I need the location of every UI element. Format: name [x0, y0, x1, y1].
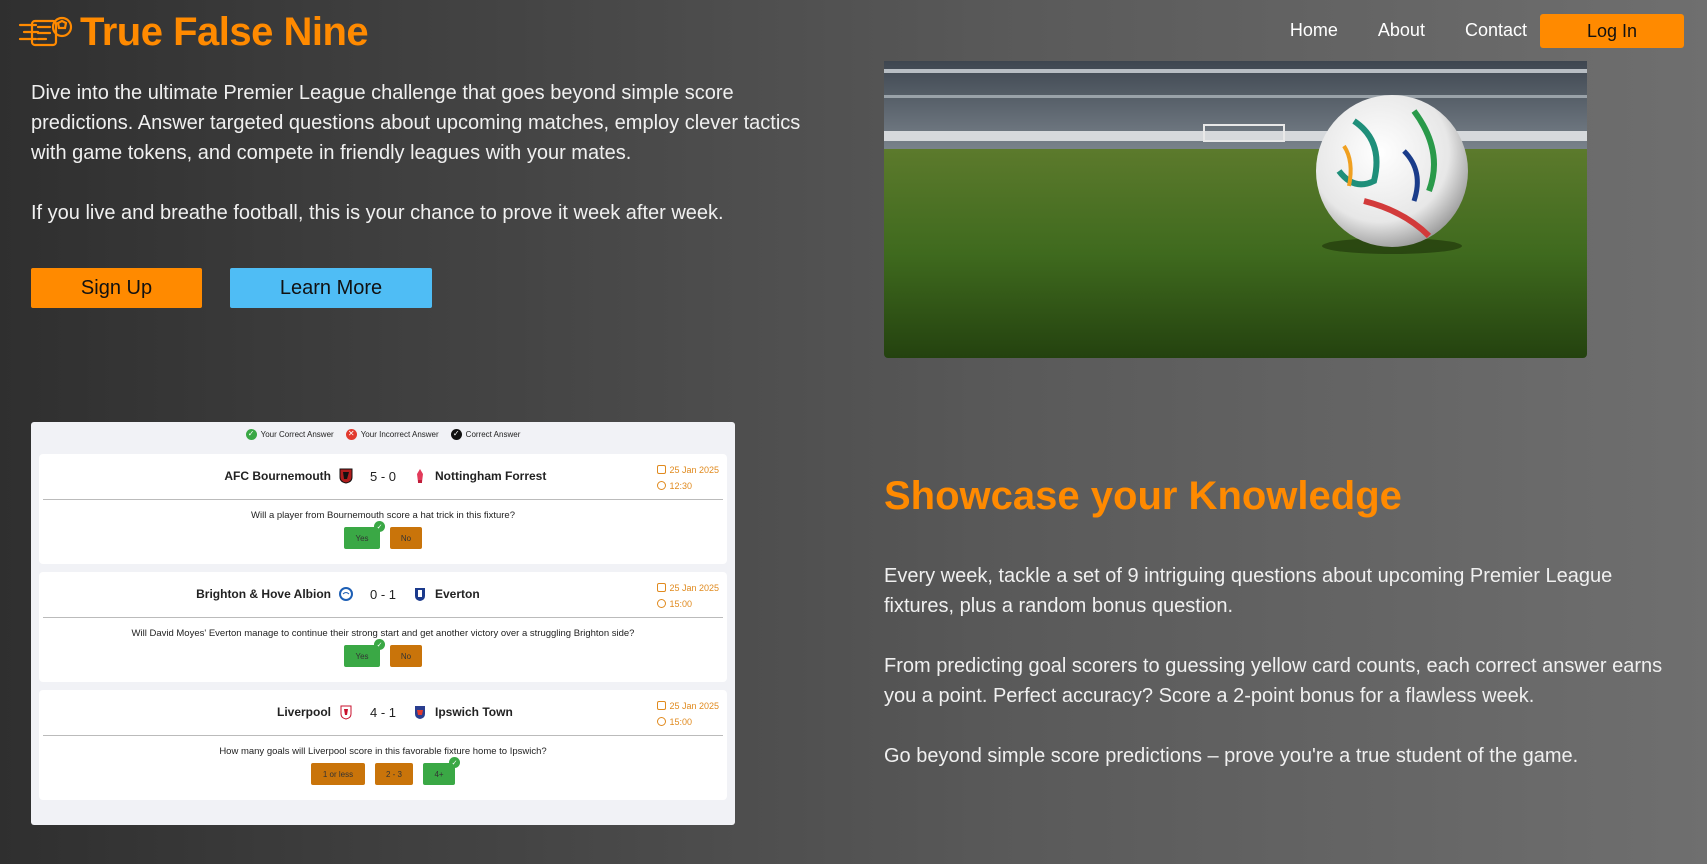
bournemouth-crest-icon	[339, 468, 353, 484]
answer-label: No	[400, 533, 412, 543]
fixture-question: How many goals will Liverpool score in t…	[219, 746, 547, 757]
brand[interactable]: True False Nine	[18, 10, 369, 55]
fixture-datetime: 25 Jan 2025 15:00	[657, 580, 719, 612]
brighton-crest-icon	[339, 587, 353, 601]
answer-2-3-button[interactable]: 2 - 3	[375, 763, 413, 785]
calendar-icon	[657, 465, 667, 474]
fixture-teams: Liverpool 4 - 1 Ipswich Town	[43, 704, 723, 720]
calendar-icon	[657, 583, 667, 592]
answer-label: Yes	[355, 533, 369, 543]
everton-crest-icon	[415, 588, 425, 601]
answer-1-or-less-button[interactable]: 1 or less	[311, 763, 365, 785]
legend-item: ✕ Your Incorrect Answer	[345, 428, 439, 440]
clock-icon	[657, 599, 667, 608]
fixture-question: Will a player from Bournemouth score a h…	[251, 510, 515, 521]
home-team: Liverpool	[276, 705, 331, 719]
answer-label: Yes	[355, 651, 369, 661]
legend-label: Your Incorrect Answer	[360, 429, 439, 439]
showcase-paragraph: Go beyond simple score predictions – pro…	[884, 745, 1579, 767]
answer-yes-button[interactable]: Yes ✓	[344, 639, 385, 667]
fixture-date: 25 Jan 2025	[669, 583, 719, 593]
liverpool-crest-icon	[340, 705, 352, 720]
fixture-preview-card: ✓ Your Correct Answer ✕ Your Incorrect A…	[31, 422, 735, 825]
nav-about-link[interactable]: About	[1378, 20, 1425, 41]
fixture-time: 15:00	[669, 599, 692, 609]
answer-4-plus-button[interactable]: 4+ ✓	[423, 757, 460, 785]
clock-icon	[657, 717, 667, 726]
answer-label: 2 - 3	[385, 769, 402, 779]
showcase-section: Showcase your Knowledge Every week, tack…	[884, 474, 1684, 801]
nottingham-forest-crest-icon	[417, 469, 423, 483]
login-button[interactable]: Log In	[1540, 14, 1684, 48]
away-team: Everton	[435, 587, 480, 601]
fixture-header: AFC Bournemouth 5 - 0 Nottingham Forrest…	[43, 454, 723, 500]
fixture-card: Brighton & Hove Albion 0 - 1 Everton 25 …	[39, 572, 727, 682]
fixture-teams: Brighton & Hove Albion 0 - 1 Everton	[43, 586, 723, 602]
check-icon: ✓	[449, 757, 460, 768]
fixture-date: 25 Jan 2025	[669, 465, 719, 475]
check-icon: ✓	[245, 428, 257, 440]
fixture-card: Liverpool 4 - 1 Ipswich Town 25 Jan 2025…	[39, 690, 727, 800]
nav-home-link[interactable]: Home	[1290, 20, 1338, 41]
answer-legend: ✓ Your Correct Answer ✕ Your Incorrect A…	[39, 422, 727, 446]
fixture-date: 25 Jan 2025	[669, 701, 719, 711]
fixture-score: 4 - 1	[369, 704, 396, 720]
cross-icon: ✕	[345, 428, 357, 440]
legend-item: ✓ Your Correct Answer	[245, 428, 334, 440]
answer-label: 1 or less	[322, 769, 354, 779]
fixture-teams: AFC Bournemouth 5 - 0 Nottingham Forrest	[43, 468, 723, 484]
fixture-header: Liverpool 4 - 1 Ipswich Town 25 Jan 2025…	[43, 690, 723, 736]
nav-contact-link[interactable]: Contact	[1465, 20, 1527, 41]
away-team: Ipswich Town	[435, 705, 513, 719]
legend-label: Your Correct Answer	[260, 429, 334, 439]
answer-options: Yes ✓ No	[39, 639, 727, 667]
answer-label: 4+	[434, 769, 444, 779]
learn-more-button[interactable]: Learn More	[230, 268, 432, 308]
answer-options: Yes ✓ No	[39, 521, 727, 549]
fixture-datetime: 25 Jan 2025 15:00	[657, 698, 719, 730]
sign-up-button[interactable]: Sign Up	[31, 268, 202, 308]
showcase-paragraph: Every week, tackle a set of 9 intriguing…	[884, 565, 1613, 617]
check-icon: ✓	[450, 428, 462, 440]
fixture-datetime: 25 Jan 2025 12:30	[657, 462, 719, 494]
intro-paragraph: If you live and breathe football, this i…	[31, 202, 724, 224]
fixture-question: Will David Moyes' Everton manage to cont…	[131, 628, 635, 639]
showcase-paragraph: From predicting goal scorers to guessing…	[884, 655, 1663, 707]
home-team: Brighton & Hove Albion	[196, 587, 331, 601]
answer-no-button[interactable]: No	[390, 527, 422, 549]
check-icon: ✓	[374, 521, 385, 532]
home-team: AFC Bournemouth	[224, 469, 331, 483]
answer-options: 1 or less 2 - 3 4+ ✓	[39, 757, 727, 785]
showcase-title: Showcase your Knowledge	[884, 474, 1402, 518]
intro-paragraph: Dive into the ultimate Premier League ch…	[31, 82, 801, 164]
hero-football-image	[884, 61, 1587, 358]
navbar: True False Nine Home About Contact Log I…	[0, 0, 1707, 62]
football-speed-icon	[18, 16, 73, 46]
answer-no-button[interactable]: No	[390, 645, 422, 667]
answer-yes-button[interactable]: Yes ✓	[344, 521, 385, 549]
ipswich-crest-icon	[415, 706, 425, 719]
legend-label: Correct Answer	[465, 429, 521, 439]
fixture-score: 5 - 0	[369, 468, 396, 484]
intro-section: Dive into the ultimate Premier League ch…	[31, 78, 821, 258]
clock-icon	[657, 481, 667, 490]
fixture-card: AFC Bournemouth 5 - 0 Nottingham Forrest…	[39, 454, 727, 564]
calendar-icon	[657, 701, 667, 710]
nav-links: Home About Contact	[1290, 20, 1527, 41]
brand-name: True False Nine	[80, 10, 369, 54]
fixture-time: 15:00	[669, 717, 692, 727]
legend-item: ✓ Correct Answer	[450, 428, 521, 440]
away-team: Nottingham Forrest	[435, 469, 547, 483]
check-icon: ✓	[374, 639, 385, 650]
fixture-score: 0 - 1	[369, 586, 396, 602]
fixture-time: 12:30	[669, 481, 692, 491]
answer-label: No	[400, 651, 412, 661]
fixture-header: Brighton & Hove Albion 0 - 1 Everton 25 …	[43, 572, 723, 618]
